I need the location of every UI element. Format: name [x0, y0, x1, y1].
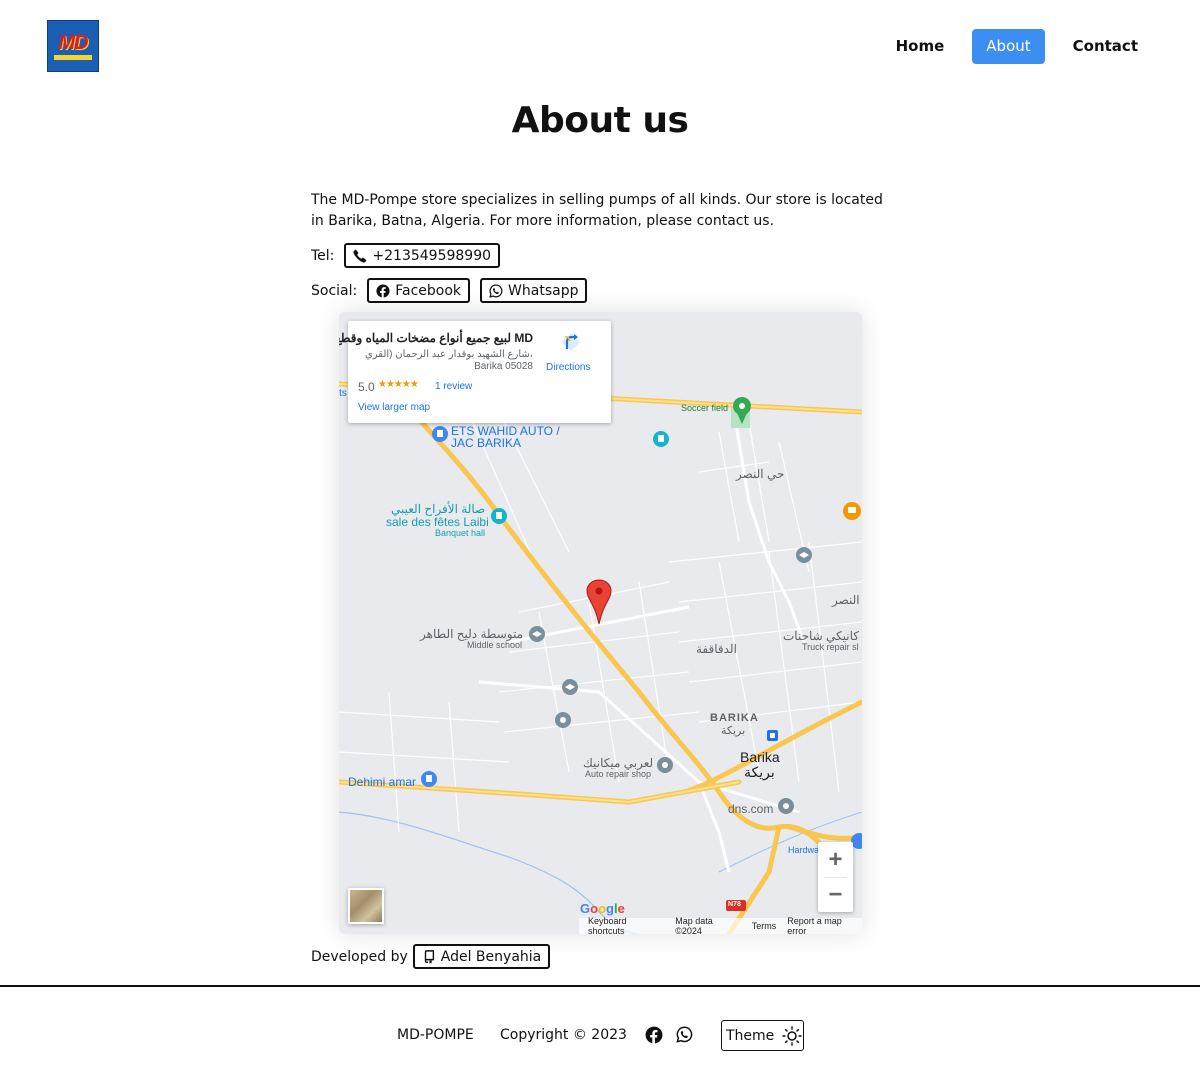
view-larger-map-link[interactable]: View larger map: [358, 402, 430, 413]
directions-icon[interactable]: [561, 332, 581, 352]
map-attribution-bar: Keyboard shortcuts Map data ©2024 Terms …: [579, 916, 862, 934]
map-label-barika-caps: BARIKA: [710, 712, 759, 724]
directions-link[interactable]: Directions: [546, 362, 590, 373]
footer-brand: MD-POMPE: [397, 1027, 474, 1043]
map-label-dakakfa: الدقاقفة: [696, 642, 737, 656]
map-label-barika-ar: بريكة: [744, 764, 775, 780]
facebook-icon: [376, 283, 390, 298]
map-label-truck: Truck repair sl: [802, 642, 859, 652]
nav-contact[interactable]: Contact: [1059, 29, 1152, 64]
theme-toggle-button[interactable]: Theme: [721, 1020, 804, 1051]
keyboard-shortcuts-link[interactable]: Keyboard shortcuts: [588, 916, 664, 934]
zoom-divider: [824, 877, 847, 878]
map-label-n78: N78: [728, 901, 741, 908]
nav-home[interactable]: Home: [882, 29, 959, 64]
page-title: About us: [511, 100, 689, 141]
footer-copyright: Copyright © 2023: [500, 1027, 627, 1043]
developer-label: Developed by: [311, 948, 408, 965]
reviews-link[interactable]: 1 review: [435, 381, 472, 392]
satellite-toggle[interactable]: [348, 888, 384, 924]
site-logo[interactable]: MD: [47, 20, 99, 72]
facebook-icon[interactable]: [645, 1026, 663, 1044]
phone-button[interactable]: +213549598990: [344, 243, 501, 268]
whatsapp-icon: [489, 283, 503, 298]
site-footer: MD-POMPE Copyright © 2023 Theme: [0, 1020, 1200, 1052]
developer-github-button[interactable]: Adel Benyahia: [412, 944, 551, 969]
about-description: The MD-Pompe store specializes in sellin…: [311, 192, 883, 229]
map-label-soccer: Soccer field: [681, 403, 729, 413]
map-data-text: Map data ©2024: [675, 916, 713, 934]
place-name: MD لبيع جميع أنواع مضخات المياه وقطع...: [339, 331, 533, 345]
map-label-banquet: Banquet hall: [435, 528, 486, 538]
whatsapp-label: Whatsapp: [508, 282, 579, 299]
map-label-hardwa: Hardwa: [788, 845, 820, 855]
map-label-barika: Barika: [740, 749, 780, 765]
whatsapp-icon[interactable]: [676, 1026, 693, 1043]
place-address: شارع الشهيد بوقدار عبد الرحمان (القري، B…: [364, 349, 533, 372]
social-label: Social:: [311, 282, 358, 299]
terms-link[interactable]: Terms: [752, 921, 777, 931]
report-map-error-link[interactable]: Report a map error: [787, 916, 862, 934]
map-label-school: Middle school: [467, 640, 523, 650]
zoom-in-button[interactable]: +: [818, 842, 853, 877]
site-header: MD Home About Contact: [0, 0, 1200, 95]
map-zoom-control: + −: [818, 842, 853, 912]
tel-row: Tel: +213549598990: [311, 243, 501, 268]
map-label-auto: Auto repair shop: [585, 769, 652, 779]
zoom-out-button[interactable]: −: [818, 877, 853, 912]
map-label-edge-ts: ts: [339, 388, 347, 399]
map-label-hay-nasr: حي النصر: [736, 467, 785, 481]
map-label-school-ar: متوسطة دليح الطاهر: [420, 627, 524, 641]
map-label-auto-ar: لعربي ميكانيك: [583, 756, 654, 770]
facebook-label: Facebook: [395, 282, 462, 299]
tel-label: Tel:: [311, 247, 335, 264]
embedded-map[interactable]: Soccer field ETS WAHID AUTO / JAC BARIKA…: [339, 312, 862, 934]
map-place-card: MD لبيع جميع أنواع مضخات المياه وقطع... …: [339, 321, 611, 423]
sun-icon: [782, 1025, 803, 1046]
map-label-truck-ar: كانيكي شاحنات: [783, 629, 859, 643]
map-label-dns: dns.com: [728, 802, 774, 816]
map-label-barika-ar-small: بريكة: [721, 725, 746, 737]
nav-about[interactable]: About: [972, 29, 1045, 64]
map-label-dehimi: Dehimi amar: [348, 775, 417, 789]
rating-stars: ★★★★★: [378, 379, 419, 390]
place-rating: 5.0: [358, 380, 375, 394]
developer-credit: Developed by Adel Benyahia: [311, 944, 551, 969]
map-label-salle-fr: sale des fêtes Laibi: [386, 515, 489, 529]
google-logo: Google: [580, 901, 625, 916]
github-icon: [424, 949, 434, 964]
map-label-ets: ETS WAHID AUTO / JAC BARIKA: [451, 424, 560, 450]
social-row: Social: Facebook Whatsapp: [311, 278, 588, 303]
main-nav: Home About Contact: [882, 29, 1152, 64]
phone-icon: [353, 249, 367, 263]
developer-name: Adel Benyahia: [440, 948, 542, 965]
map-label-salle-ar: صالة الأفراح العيبي: [391, 502, 486, 516]
map-label-nasr: النصر: [832, 593, 860, 607]
phone-number: +213549598990: [372, 247, 492, 264]
theme-label: Theme: [726, 1027, 775, 1044]
facebook-button[interactable]: Facebook: [367, 278, 471, 303]
footer-divider: [0, 985, 1200, 987]
logo-subtitle-bar: [54, 54, 92, 60]
logo-mark: MD: [58, 31, 88, 54]
whatsapp-button[interactable]: Whatsapp: [480, 278, 588, 303]
